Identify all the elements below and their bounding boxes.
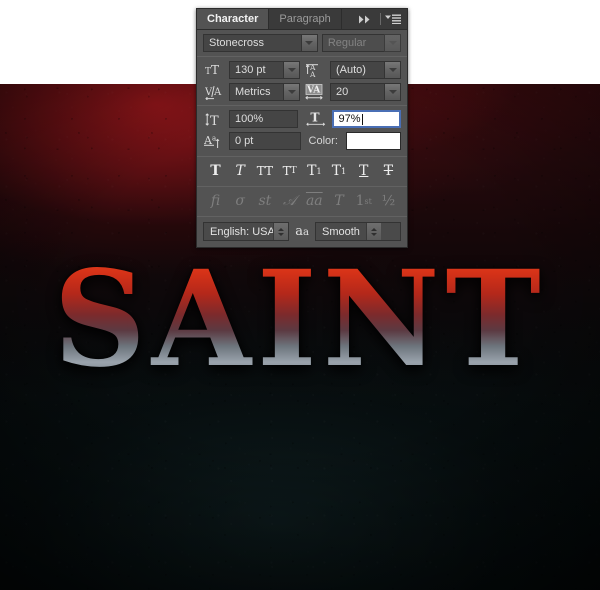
chevron-down-icon[interactable] (283, 83, 300, 101)
chevron-down-icon[interactable] (384, 83, 401, 101)
horizontal-scale-field[interactable]: 97% (332, 110, 402, 128)
font-style-select[interactable]: Regular (321, 34, 401, 52)
tab-bar-spacer (342, 9, 352, 29)
kerning-value[interactable]: Metrics (229, 83, 283, 101)
size-leading-row: T T 130 pt A A (Auto) (197, 57, 407, 83)
svg-text:T: T (310, 111, 320, 125)
baseline-shift-icon: A a (203, 132, 225, 150)
font-size-icon: T T (203, 61, 225, 79)
kerning-tracking-row: V A Metrics VA 20 (197, 83, 407, 105)
collapse-to-icons-icon[interactable] (352, 9, 376, 29)
font-row: Stonecross Regular (197, 30, 407, 56)
underline-button[interactable]: T (353, 162, 374, 180)
language-antialias-row: English: USA aa Smooth (197, 217, 407, 247)
svg-text:T: T (210, 114, 219, 127)
standard-ligatures-button[interactable]: fi (205, 192, 226, 210)
color-label: Color: (308, 135, 338, 147)
font-style-value[interactable]: Regular (321, 34, 384, 52)
opentype-buttons-row: fi σ st 𝒜 aa T 1st ½ (197, 187, 407, 216)
discretionary-ligatures-button[interactable]: st (254, 192, 275, 210)
tracking-value[interactable]: 20 (330, 83, 384, 101)
vertical-scale-field[interactable]: 100% (229, 110, 298, 128)
tab-bar-divider (380, 13, 381, 25)
font-size-select[interactable]: 130 pt (229, 61, 300, 79)
ordinals-button[interactable]: 1st (353, 192, 374, 210)
tab-paragraph[interactable]: Paragraph (269, 9, 342, 29)
language-value[interactable]: English: USA (204, 223, 273, 240)
horizontal-scale-value: 97% (338, 113, 361, 125)
kerning-icon: V A (203, 83, 225, 101)
swash-button[interactable]: 𝒜 (279, 192, 300, 210)
stepper-icon[interactable] (273, 223, 289, 240)
chevron-down-icon[interactable] (384, 61, 401, 79)
tab-character[interactable]: Character (197, 9, 270, 29)
character-panel[interactable]: Character Paragraph Stonecross Regular T… (196, 8, 408, 248)
svg-text:A: A (309, 70, 316, 78)
svg-text:VA: VA (306, 86, 321, 96)
leading-icon: A A (304, 61, 326, 79)
leading-value[interactable]: (Auto) (330, 61, 384, 79)
contextual-alternates-button[interactable]: σ (230, 192, 251, 210)
kerning-select[interactable]: Metrics (229, 83, 300, 101)
antialias-value[interactable]: Smooth (316, 223, 366, 240)
stepper-icon[interactable] (365, 223, 381, 240)
font-size-value[interactable]: 130 pt (229, 61, 283, 79)
svg-text:a: a (212, 135, 216, 143)
font-family-select[interactable]: Stonecross (203, 34, 318, 52)
chevron-down-icon[interactable] (300, 34, 318, 52)
strikethrough-button[interactable]: T (378, 162, 399, 180)
leading-select[interactable]: (Auto) (330, 61, 401, 79)
faux-bold-button[interactable]: T (205, 162, 226, 180)
subscript-button[interactable]: T1 (329, 162, 350, 180)
svg-text:A: A (213, 87, 222, 98)
faux-italic-button[interactable]: T (230, 162, 251, 180)
scale-row: T 100% T 97% (197, 106, 407, 132)
chevron-down-icon[interactable] (384, 34, 401, 52)
panel-tab-bar: Character Paragraph (197, 9, 407, 30)
baseline-color-row: A a 0 pt Color: (197, 132, 407, 156)
baseline-shift-field[interactable]: 0 pt (229, 132, 301, 150)
oldstyle-button[interactable]: aa (304, 192, 325, 210)
font-style-buttons-row: T T TT TT T1 T1 T T (197, 157, 407, 186)
screenshot-root: SAINT Character Paragraph Stonecross Reg… (0, 0, 600, 590)
tracking-select[interactable]: 20 (330, 83, 401, 101)
panel-menu-icon[interactable] (385, 9, 407, 29)
antialias-select[interactable]: Smooth (315, 222, 401, 241)
artwork-saint-text: SAINT (9, 254, 591, 386)
all-caps-button[interactable]: TT (254, 162, 275, 180)
titling-alternates-button[interactable]: T (329, 192, 350, 210)
antialias-icon: aa (295, 224, 309, 239)
language-select[interactable]: English: USA (203, 222, 290, 241)
horizontal-scale-icon: T (305, 110, 329, 128)
tracking-icon: VA (304, 83, 326, 101)
font-family-value[interactable]: Stonecross (203, 34, 301, 52)
fractions-button[interactable]: ½ (378, 192, 399, 210)
text-color-swatch[interactable] (345, 132, 401, 150)
small-caps-button[interactable]: TT (279, 162, 300, 180)
vertical-scale-icon: T (203, 110, 225, 128)
chevron-down-icon[interactable] (283, 61, 300, 79)
superscript-button[interactable]: T1 (304, 162, 325, 180)
svg-text:T: T (211, 63, 219, 77)
text-caret (361, 113, 363, 125)
